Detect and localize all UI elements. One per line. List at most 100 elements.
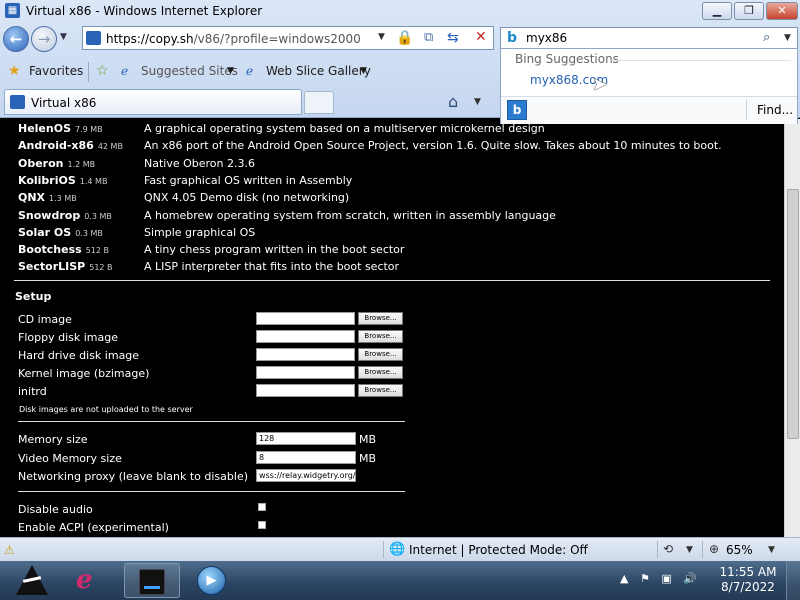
disable-audio-checkbox[interactable] xyxy=(258,503,266,511)
suggested-sites-dropdown-icon[interactable]: ▼ xyxy=(227,66,234,76)
maximize-button[interactable]: ❐ xyxy=(734,2,764,20)
zoom-level[interactable]: 65% xyxy=(726,543,753,557)
browse-button[interactable]: Browse... xyxy=(358,384,403,398)
disk-image-label: Hard drive disk image xyxy=(18,349,140,363)
new-tab-button[interactable] xyxy=(304,91,334,114)
os-link[interactable]: Android-x86 42 MB xyxy=(18,139,123,152)
refresh-icon[interactable]: ⇆ xyxy=(447,30,459,46)
divider xyxy=(18,491,405,492)
bing-provider-icon[interactable]: b xyxy=(507,100,527,120)
flag-icon[interactable]: ⚑ xyxy=(640,572,650,585)
os-description: QNX 4.05 Demo disk (no networking) xyxy=(144,191,350,205)
os-link[interactable]: Oberon 1.2 MB xyxy=(18,157,95,170)
tab-page-icon xyxy=(10,95,25,109)
volume-icon[interactable]: 🔊 xyxy=(683,572,697,585)
os-link[interactable]: Bootchess 512 B xyxy=(18,243,109,256)
acpi-checkbox[interactable] xyxy=(258,521,266,529)
os-row: KolibriOS 1.4 MB Fast graphical OS written… xyxy=(0,174,784,191)
search-box[interactable]: b myx86 ⌕ ▼ xyxy=(500,27,798,49)
favorites-star-icon[interactable]: ★ xyxy=(8,63,21,79)
zoom-dropdown-icon[interactable]: ▼ xyxy=(768,545,775,555)
os-row: SectorLISP 512 B A LISP interpreter that f… xyxy=(0,260,784,277)
home-dropdown-icon[interactable]: ▼ xyxy=(474,97,481,107)
search-options-dropdown-icon[interactable]: ▼ xyxy=(784,33,791,43)
stop-icon[interactable]: ✕ xyxy=(475,29,487,45)
address-dropdown-icon[interactable]: ▼ xyxy=(378,32,385,42)
setup-title: Setup xyxy=(15,290,52,303)
video-memory-input[interactable]: 8 xyxy=(256,451,356,464)
browse-button[interactable]: Browse... xyxy=(358,366,403,380)
security-zone-text[interactable]: Internet | Protected Mode: Off xyxy=(409,543,588,557)
proxy-input[interactable]: wss://relay.widgetry.org/ xyxy=(256,469,356,482)
suggested-sites-link[interactable]: Suggested Sites xyxy=(141,64,238,78)
search-icon[interactable]: ⌕ xyxy=(763,30,770,45)
protected-mode-dropdown-icon[interactable]: ▼ xyxy=(686,545,693,555)
forward-button[interactable]: → xyxy=(31,26,57,52)
os-link[interactable]: SectorLISP 512 B xyxy=(18,260,113,273)
tab-virtual-x86[interactable]: Virtual x86 xyxy=(4,89,302,115)
file-path-input[interactable] xyxy=(256,312,355,325)
add-to-favorites-icon[interactable]: ☆ xyxy=(96,63,109,79)
favorites-separator xyxy=(88,62,89,82)
internet-explorer-icon: e xyxy=(76,565,93,595)
vertical-scrollbar[interactable] xyxy=(784,119,800,537)
lock-icon[interactable]: 🔒 xyxy=(396,30,413,46)
address-bar[interactable]: https://copy.sh/v86/?profile=windows2000… xyxy=(82,26,494,50)
divider xyxy=(14,280,770,281)
window-title: Virtual x86 - Windows Internet Explorer xyxy=(26,4,263,18)
taskbar-internet-explorer[interactable]: e xyxy=(64,563,120,598)
favorites-button[interactable]: Favorites xyxy=(29,64,83,78)
disk-image-row: Kernel image (bzimage) Browse... xyxy=(0,366,784,384)
globe-icon: 🌐 xyxy=(389,542,406,557)
clock[interactable]: 11:55 AM 8/7/2022 xyxy=(716,565,780,595)
home-icon[interactable]: ⌂ xyxy=(448,92,458,111)
minimize-button[interactable]: ▁ xyxy=(702,2,732,20)
divider xyxy=(383,541,384,558)
page-content: HelenOS 7.9 MB A graphical operating syste… xyxy=(0,119,784,537)
file-path-input[interactable] xyxy=(256,348,355,362)
start-button[interactable] xyxy=(4,562,60,599)
warning-icon[interactable]: ⚠ xyxy=(4,543,15,557)
os-link[interactable]: QNX 1.3 MB xyxy=(18,191,77,204)
browse-button[interactable]: Browse... xyxy=(358,348,403,362)
find-button[interactable]: Find... xyxy=(757,103,793,117)
file-path-input[interactable] xyxy=(256,330,355,344)
compatibility-view-icon[interactable]: ⧉ xyxy=(424,30,433,45)
file-path-input[interactable] xyxy=(256,384,355,398)
os-description: A tiny chess program written in the boot… xyxy=(144,243,405,257)
proxy-label: Networking proxy (leave blank to disable… xyxy=(18,470,249,483)
os-description: A graphical operating system based on a … xyxy=(144,122,545,135)
os-link[interactable]: Solar OS 0.3 MB xyxy=(18,226,103,239)
browse-button[interactable]: Browse... xyxy=(358,312,403,325)
close-button[interactable]: ✕ xyxy=(766,2,798,20)
back-button[interactable]: ← xyxy=(3,26,29,52)
drive-icon xyxy=(139,569,165,595)
file-path-input[interactable] xyxy=(256,366,355,380)
search-input[interactable]: myx86 xyxy=(526,31,567,45)
memory-size-input[interactable]: 128 xyxy=(256,432,356,445)
taskbar-media-player[interactable]: ▶ xyxy=(184,563,240,598)
os-link[interactable]: Snowdrop 0.3 MB xyxy=(18,209,112,222)
show-hidden-icons-icon[interactable]: ▲ xyxy=(620,572,628,585)
os-description: Simple graphical OS xyxy=(144,225,256,239)
divider xyxy=(18,421,405,422)
taskbar-drive-app[interactable] xyxy=(124,563,180,598)
show-desktop-button[interactable] xyxy=(786,561,800,600)
browse-button[interactable]: Browse... xyxy=(358,330,403,344)
memory-size-label: Memory size xyxy=(18,433,88,446)
os-description: A LISP interpreter that fits into the bo… xyxy=(144,260,400,274)
zoom-icon[interactable]: ⊕ xyxy=(709,542,719,556)
scrollbar-thumb[interactable] xyxy=(787,189,799,439)
web-slice-gallery-link[interactable]: Web Slice Gallery xyxy=(266,64,371,78)
address-url[interactable]: https://copy.sh/v86/?profile=windows2000 xyxy=(106,32,361,46)
disk-image-row: initrd Browse... xyxy=(0,384,784,402)
os-row: Snowdrop 0.3 MB A homebrew operating syste… xyxy=(0,209,784,226)
clock-date: 8/7/2022 xyxy=(721,580,775,594)
recent-pages-dropdown-icon[interactable]: ▼ xyxy=(60,32,67,42)
network-icon[interactable]: ▣ xyxy=(661,572,671,585)
os-link[interactable]: KolibriOS 1.4 MB xyxy=(18,174,107,187)
os-link[interactable]: HelenOS 7.9 MB xyxy=(18,122,103,135)
tab-label: Virtual x86 xyxy=(31,96,97,110)
protected-mode-icon[interactable]: ⟲ xyxy=(663,542,673,556)
web-slice-dropdown-icon[interactable]: ▼ xyxy=(360,66,367,76)
